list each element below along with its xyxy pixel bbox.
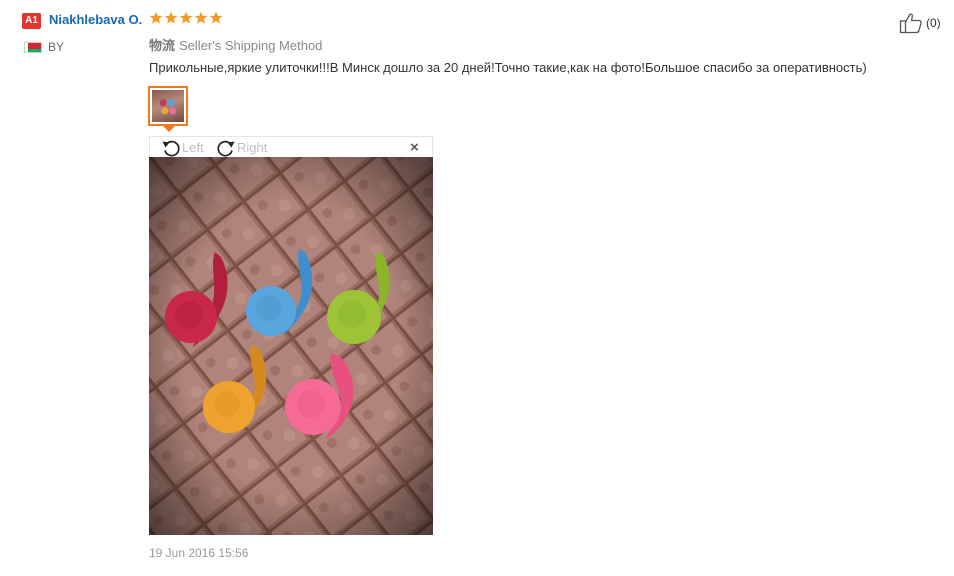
close-viewer-button[interactable]: × xyxy=(410,139,419,156)
review-date: 19 Jun 2016 15:56 xyxy=(149,546,249,560)
rotate-right-label: Right xyxy=(237,140,268,155)
shipping-info: 物流 Seller's Shipping Method xyxy=(149,35,322,54)
shipping-label: 物流 xyxy=(149,38,176,53)
rotate-right-button[interactable]: Right xyxy=(215,137,267,158)
star-icon xyxy=(194,11,208,24)
thumbnail-selected-pointer xyxy=(162,125,176,132)
helpful-count: (0) xyxy=(926,16,941,30)
buyer-level-badge: A1 xyxy=(22,13,41,29)
star-icon xyxy=(164,11,178,24)
review-photo-large xyxy=(149,157,433,535)
review-photo-thumbnail[interactable] xyxy=(148,86,188,126)
star-rating xyxy=(149,11,223,27)
shipping-method: Seller's Shipping Method xyxy=(179,38,323,53)
country-code: BY xyxy=(48,40,65,54)
belarus-flag-icon xyxy=(24,42,42,53)
reviewer-name[interactable]: Niakhlebava O. xyxy=(49,12,142,27)
star-icon xyxy=(149,11,163,24)
helpful-button[interactable]: (0) xyxy=(899,12,941,34)
snails-photo xyxy=(149,157,433,535)
star-icon xyxy=(209,11,223,24)
rotate-left-button[interactable]: Left xyxy=(160,137,204,158)
review-text: Прикольные,яркие улиточки!!!В Минск дошл… xyxy=(149,60,867,75)
rotate-left-icon xyxy=(162,140,180,156)
rotate-left-label: Left xyxy=(182,140,204,155)
photo-viewer-toolbar: Left Right × xyxy=(149,136,433,157)
star-icon xyxy=(179,11,193,24)
rotate-right-icon xyxy=(217,140,235,156)
thumbs-up-icon xyxy=(899,13,922,34)
